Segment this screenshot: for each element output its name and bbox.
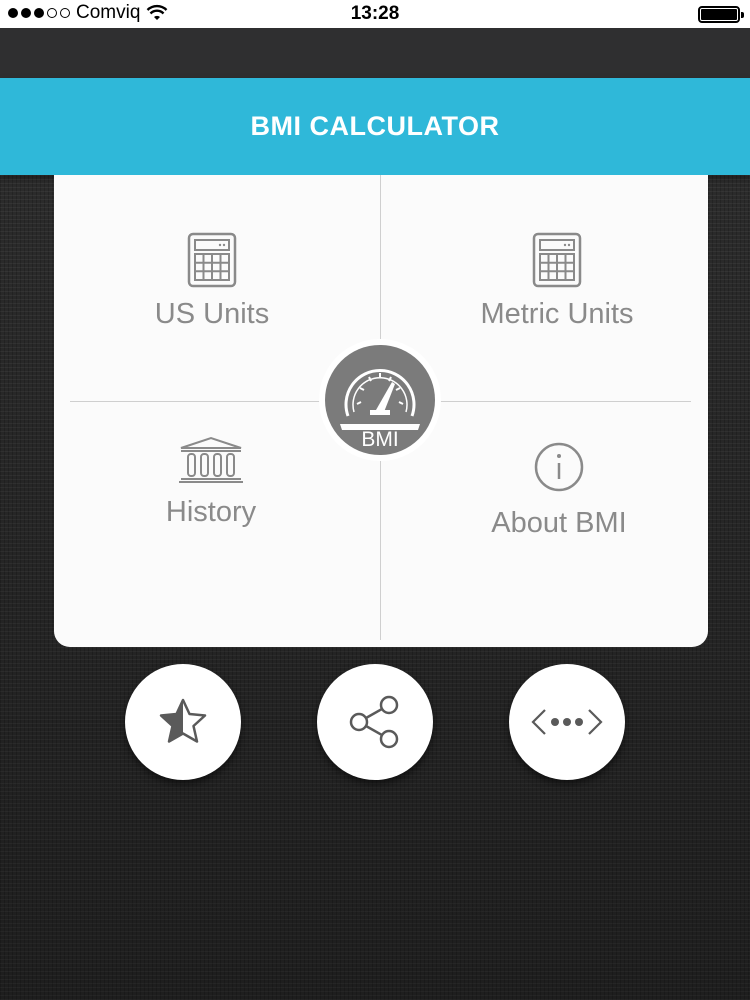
more-apps-button[interactable] [509, 664, 625, 780]
us-units-label: US Units [154, 298, 270, 330]
bmi-badge-label: BMI [361, 428, 399, 451]
app-header: BMI CALCULATOR [0, 78, 750, 175]
rate-button[interactable] [125, 664, 241, 780]
us-units-button[interactable]: US Units [112, 232, 312, 331]
star-half-icon [159, 698, 207, 743]
page-title: BMI CALCULATOR [250, 111, 500, 141]
about-bmi-button[interactable]: About BMI [452, 441, 666, 540]
history-label: History [165, 496, 257, 528]
metric-units-label: Metric Units [480, 298, 634, 330]
share-icon [349, 695, 399, 749]
status-bar: Comviq 13:28 [0, 0, 750, 28]
bmi-badge: BMI [296, 338, 464, 462]
calculator-icon [187, 232, 237, 288]
status-time: 13:28 [350, 3, 400, 24]
calculator-icon [532, 232, 582, 288]
about-bmi-label: About BMI [491, 507, 627, 539]
share-button[interactable] [317, 664, 433, 780]
history-button[interactable]: History [120, 436, 302, 529]
more-dots-icon [531, 709, 603, 735]
battery-icon [698, 6, 744, 23]
metric-units-button[interactable]: Metric Units [437, 232, 677, 331]
bank-icon [179, 436, 243, 483]
info-icon [534, 442, 584, 492]
nav-strip [0, 28, 750, 78]
